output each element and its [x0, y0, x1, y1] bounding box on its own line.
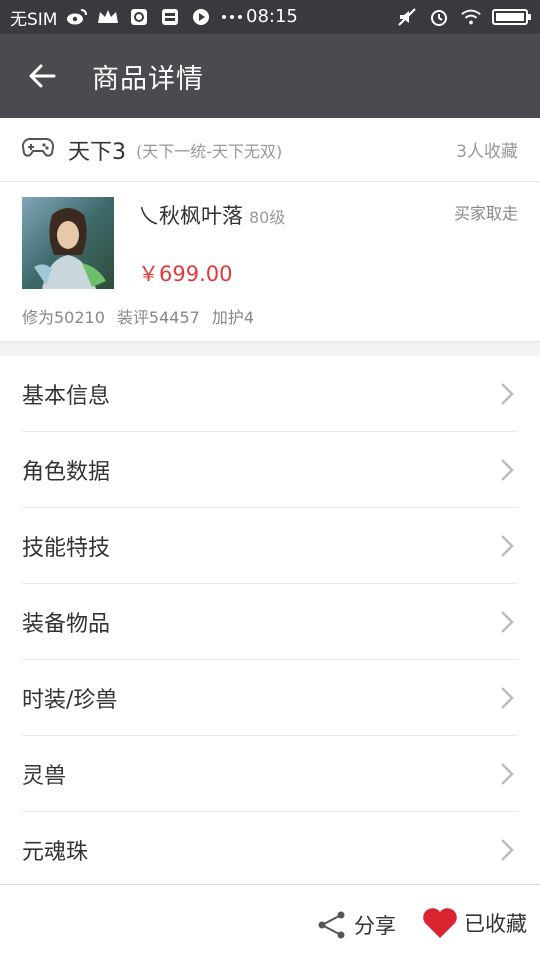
- menu-item-label: 基本信息: [22, 383, 111, 409]
- mute-icon: [396, 6, 418, 28]
- game-info-row: 天下3 (天下一统-天下无双) 3人收藏: [0, 118, 540, 182]
- play-icon: [190, 6, 212, 28]
- character-stats: 修为50210 装评54457 加护4: [22, 304, 254, 328]
- menu-item-fashion-pets[interactable]: 时装/珍兽: [22, 660, 518, 736]
- menu-item-basic-info[interactable]: 基本信息: [22, 356, 518, 432]
- menu-item-label: 时装/珍兽: [22, 687, 118, 713]
- menu-item-label: 元魂珠: [22, 839, 89, 865]
- chevron-right-icon: [501, 611, 514, 633]
- top-app-bar: 商品详情: [0, 34, 540, 118]
- menu-item-label: 角色数据: [22, 459, 111, 485]
- section-divider: [0, 342, 540, 356]
- favorite-label: 已收藏: [464, 912, 527, 936]
- clock: 08:15: [246, 6, 298, 27]
- chevron-right-icon: [501, 459, 514, 481]
- favorite-button[interactable]: 已收藏: [422, 903, 527, 943]
- menu-item-equipment[interactable]: 装备物品: [22, 584, 518, 660]
- back-arrow-icon: [29, 64, 56, 88]
- menu-item-label: 技能特技: [22, 535, 111, 561]
- menu-item-label: 装备物品: [22, 611, 111, 637]
- heart-icon: [423, 908, 457, 938]
- price: ￥699.00: [138, 262, 233, 286]
- crown-icon: [97, 6, 119, 28]
- game-name: 天下3: [68, 139, 126, 165]
- menu-item-soul-orb[interactable]: 元魂珠: [22, 812, 518, 888]
- menu-item-spirit-beast[interactable]: 灵兽: [22, 736, 518, 812]
- seller-status: 买家取走: [453, 204, 518, 223]
- favorite-count: 3人收藏: [456, 142, 518, 162]
- more-dots-icon: [221, 6, 243, 28]
- menu-item-character-data[interactable]: 角色数据: [22, 432, 518, 508]
- gamepad-icon: [21, 135, 55, 165]
- chevron-right-icon: [501, 839, 514, 861]
- chevron-right-icon: [501, 763, 514, 785]
- wifi-icon: [460, 6, 482, 28]
- share-icon: [318, 911, 345, 939]
- chevron-right-icon: [501, 383, 514, 405]
- product-card: 乀秋枫叶落 80级 买家取走 ￥699.00 修为50210 装评54457 加护…: [0, 182, 540, 342]
- back-button[interactable]: [0, 34, 84, 118]
- character-level: 80级: [249, 208, 286, 227]
- menu-item-label: 灵兽: [22, 763, 67, 789]
- chevron-right-icon: [501, 535, 514, 557]
- character-name-line: 乀秋枫叶落 80级: [138, 200, 285, 230]
- game-server: (天下一统-天下无双): [136, 141, 283, 161]
- share-button[interactable]: 分享: [316, 905, 396, 945]
- stat-protection: 加护4: [211, 308, 254, 327]
- carrier-label: 无SIM: [10, 9, 58, 30]
- alarm-icon: [428, 6, 450, 28]
- character-avatar[interactable]: [22, 197, 114, 289]
- battery-icon: [492, 9, 531, 25]
- bottom-action-bar: 分享 已收藏: [0, 884, 540, 960]
- character-name: 乀秋枫叶落: [138, 204, 243, 228]
- chevron-right-icon: [501, 687, 514, 709]
- page-title: 商品详情: [92, 63, 204, 95]
- detail-menu: 基本信息 角色数据 技能特技 装备物品 时装/珍兽 灵兽 元魂珠: [0, 356, 540, 888]
- status-bar: 无SIM 08:15: [0, 0, 540, 34]
- app-icon: [128, 6, 150, 28]
- stat-cultivation: 修为50210: [22, 308, 105, 327]
- app-icon: [159, 6, 181, 28]
- share-label: 分享: [354, 914, 396, 938]
- stat-equipment-score: 装评54457: [116, 308, 200, 327]
- menu-item-skills[interactable]: 技能特技: [22, 508, 518, 584]
- weibo-icon: [66, 6, 88, 28]
